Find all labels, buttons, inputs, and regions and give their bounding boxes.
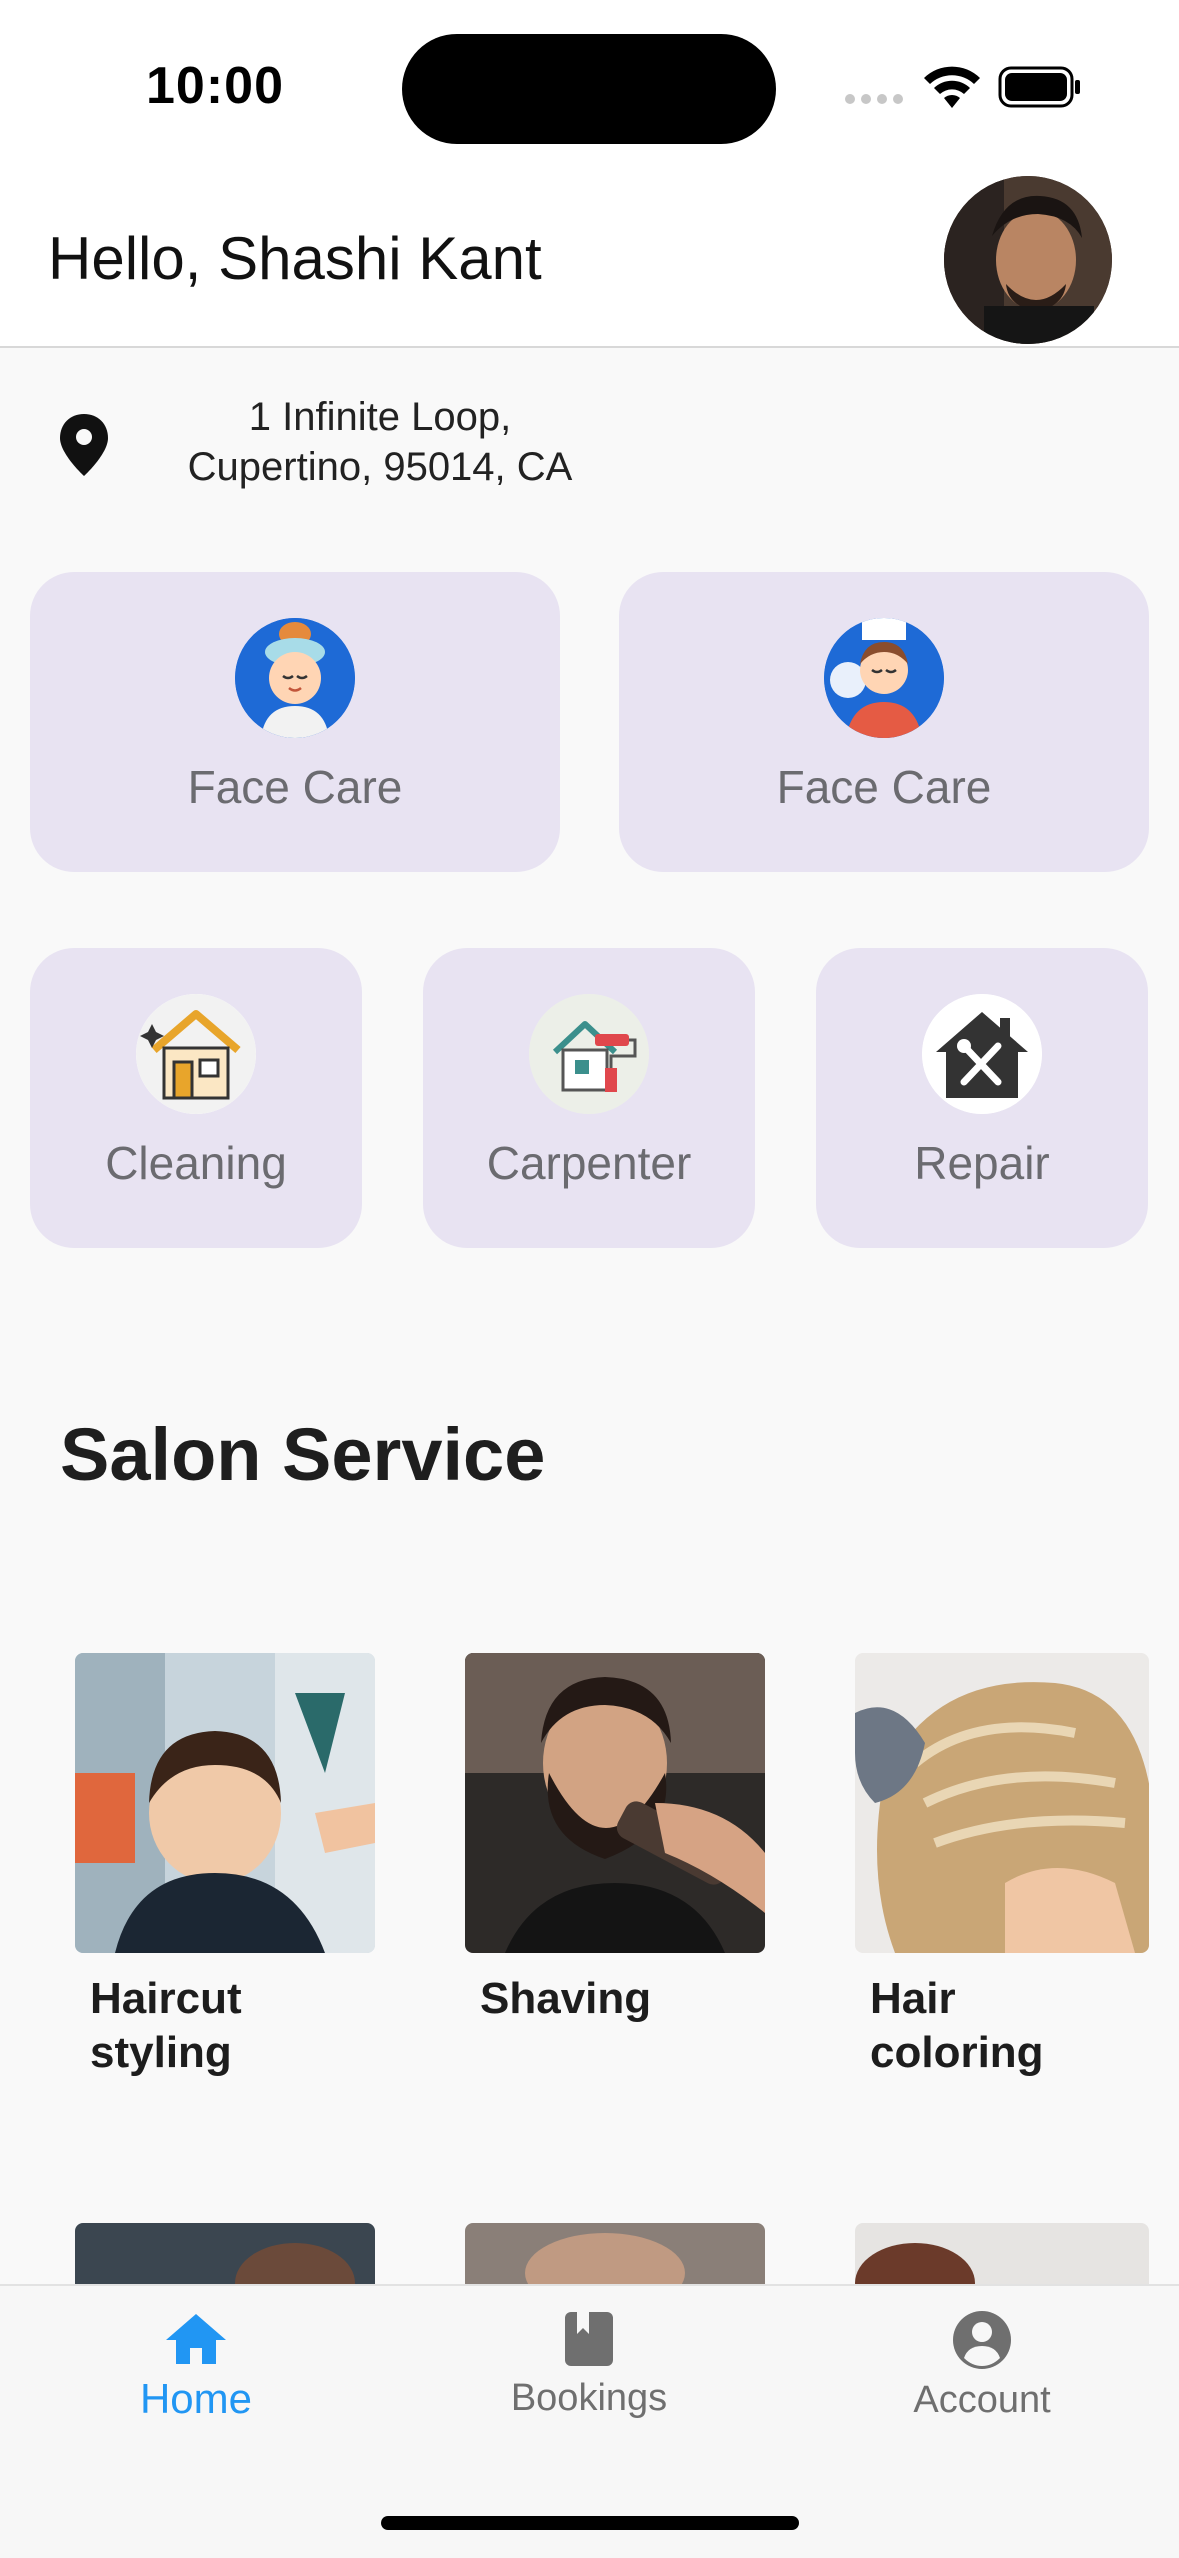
service-image-partial[interactable] bbox=[75, 2223, 375, 2293]
wifi-icon bbox=[924, 66, 980, 108]
nav-home[interactable]: Home bbox=[66, 2310, 326, 2423]
home-indicator bbox=[381, 2516, 799, 2530]
location-address[interactable]: 1 Infinite Loop, Cupertino, 95014, CA bbox=[150, 392, 610, 492]
account-circle-icon bbox=[953, 2311, 1011, 2369]
address-line-1: 1 Infinite Loop, bbox=[248, 395, 512, 439]
category-label: Carpenter bbox=[486, 1137, 692, 1189]
hair-coloring-image[interactable] bbox=[855, 1653, 1149, 1953]
category-tile-face-care-2[interactable]: Face Care bbox=[619, 572, 1149, 872]
service-title: Shaving bbox=[480, 1974, 652, 2023]
house-paint-roller-icon bbox=[529, 994, 649, 1114]
haircut-styling-image[interactable] bbox=[75, 1653, 375, 1953]
category-tile-cleaning[interactable]: Cleaning bbox=[30, 948, 362, 1248]
nav-account[interactable]: Account bbox=[852, 2310, 1112, 2422]
service-title: Haircut styling bbox=[90, 1974, 242, 2077]
book-icon bbox=[565, 2312, 613, 2366]
category-label: Cleaning bbox=[105, 1137, 287, 1189]
house-cleaning-icon bbox=[136, 994, 256, 1114]
service-title: Hair coloring bbox=[870, 1974, 1044, 2077]
category-tile-repair[interactable]: Repair bbox=[816, 948, 1148, 1248]
location-pin-icon bbox=[60, 414, 108, 476]
dynamic-island bbox=[402, 34, 776, 144]
nav-account-label: Account bbox=[913, 2379, 1051, 2421]
greeting-text: Hello, Shashi Kant bbox=[48, 225, 542, 292]
avatar[interactable] bbox=[944, 176, 1112, 344]
category-tile-face-care-1[interactable]: Face Care bbox=[30, 572, 560, 872]
category-label: Repair bbox=[914, 1137, 1050, 1189]
section-title: Salon Service bbox=[60, 1413, 546, 1496]
nav-home-label: Home bbox=[139, 2375, 253, 2422]
nav-bookings-label: Bookings bbox=[510, 2377, 668, 2419]
woman-face-care-icon bbox=[235, 618, 355, 738]
home-icon bbox=[166, 2314, 226, 2364]
shaving-image[interactable] bbox=[465, 1653, 765, 1953]
status-time: 10:00 bbox=[146, 57, 284, 115]
service-image-partial[interactable] bbox=[465, 2223, 765, 2293]
category-tile-carpenter[interactable]: Carpenter bbox=[423, 948, 755, 1248]
service-image-partial[interactable] bbox=[855, 2223, 1149, 2293]
battery-icon bbox=[998, 66, 1080, 108]
category-label: Face Care bbox=[187, 761, 403, 813]
man-face-massage-icon bbox=[824, 618, 944, 738]
category-label: Face Care bbox=[776, 761, 992, 813]
address-line-2: Cupertino, 95014, CA bbox=[187, 445, 573, 489]
signal-icon bbox=[845, 94, 903, 104]
house-tools-icon bbox=[922, 994, 1042, 1114]
nav-bookings[interactable]: Bookings bbox=[459, 2310, 719, 2420]
